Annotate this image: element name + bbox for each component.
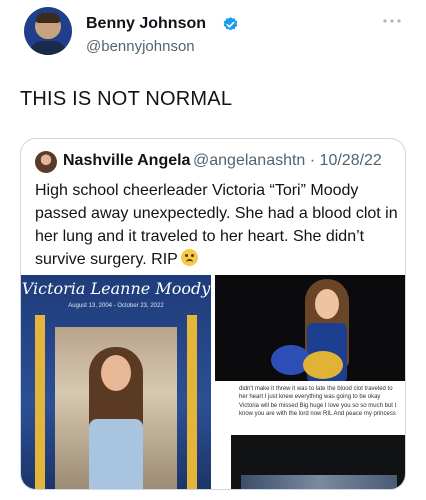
quoted-tweet-body: High school cheerleader Victoria “Tori” … — [35, 182, 398, 268]
crying-face-icon — [180, 249, 198, 266]
gold-stripe-left — [35, 315, 45, 489]
author-avatar[interactable] — [24, 7, 72, 55]
avatar-hair — [36, 13, 60, 23]
memorial-photo[interactable]: Victoria Leanne Moody August 13, 2004 - … — [21, 275, 211, 489]
avatar-suit — [30, 41, 66, 55]
portrait-face — [101, 355, 131, 391]
memorial-dates: August 13, 2004 - October 23, 2022 — [68, 303, 164, 309]
cheerleader-face — [315, 289, 339, 319]
quoted-tweet-text: High school cheerleader Victoria “Tori” … — [35, 179, 399, 271]
quoted-author-name[interactable]: Nashville Angela — [63, 152, 190, 170]
portrait-dress — [89, 419, 143, 489]
gold-stripe-right — [187, 315, 197, 489]
screenshot-note-text: didn't make it threw it was to late the … — [239, 386, 397, 418]
memorial-name: Victoria Leanne Moody — [21, 279, 211, 298]
quoted-author-avatar[interactable] — [35, 151, 57, 173]
screenshot-blurred-image — [241, 475, 397, 489]
quoted-tweet-media[interactable]: Victoria Leanne Moody August 13, 2004 - … — [21, 275, 405, 489]
quoted-tweet-card[interactable]: Nashville Angela @angelanashtn · 10/28/2… — [20, 138, 406, 490]
tweet-text: THIS IS NOT NORMAL — [20, 88, 233, 110]
more-options-icon[interactable] — [382, 17, 402, 25]
portrait-photo — [55, 327, 177, 489]
tweet-author[interactable]: Benny Johnson @bennyjohnson — [20, 5, 410, 61]
verified-badge-icon — [223, 17, 238, 31]
cheerleader-photo[interactable] — [215, 275, 405, 381]
quoted-tweet-header: Nashville Angela @angelanashtn · 10/28/2… — [35, 151, 395, 175]
screenshot-photo[interactable]: didn't make it threw it was to late the … — [215, 385, 405, 489]
gold-pom-pom — [303, 351, 343, 379]
author-display-name[interactable]: Benny Johnson — [86, 15, 206, 33]
quoted-author-handle-date: @angelanashtn · 10/28/22 — [193, 152, 382, 169]
author-handle[interactable]: @bennyjohnson — [86, 38, 195, 55]
